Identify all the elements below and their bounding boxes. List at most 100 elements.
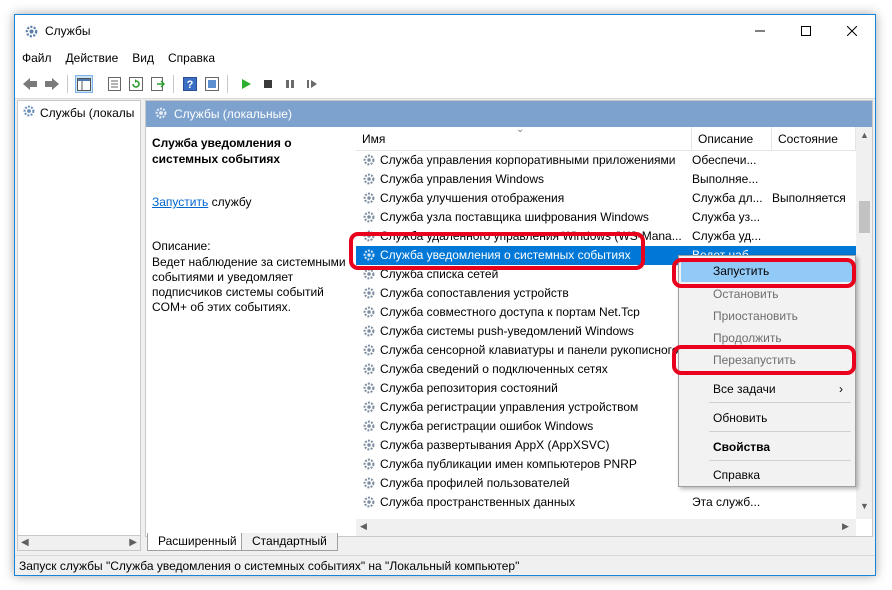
table-row[interactable]: Служба управления корпоративными приложе… — [356, 151, 856, 170]
gear-icon — [362, 419, 376, 436]
close-button[interactable] — [829, 15, 875, 47]
refresh-icon[interactable] — [127, 75, 145, 93]
svg-text:?: ? — [187, 79, 194, 91]
gear-icon — [362, 172, 376, 189]
description-panel: Служба уведомления о системных событиях … — [152, 135, 348, 314]
service-name: Служба совместного доступа к портам Net.… — [380, 305, 640, 319]
gear-icon — [154, 106, 168, 123]
tree-horizontal-scrollbar[interactable]: ◀ ▶ — [17, 535, 141, 551]
pause-icon[interactable] — [281, 75, 299, 93]
menu-help[interactable]: Справка — [161, 47, 222, 69]
column-status[interactable]: Состояние — [772, 127, 856, 151]
properties-icon[interactable] — [105, 75, 123, 93]
tree-item-services-local[interactable]: Службы (локалы — [22, 104, 134, 121]
service-name: Служба сенсорной клавиатуры и панели рук… — [380, 343, 698, 357]
description-text: Ведет наблюдение за системными событиями… — [152, 255, 346, 314]
service-name: Служба развертывания AppX (AppXSVC) — [380, 438, 610, 452]
service-description: Выполняе... — [692, 172, 759, 186]
column-name[interactable]: Имя — [356, 127, 692, 151]
menu-item-help[interactable]: Справка — [681, 464, 853, 486]
service-name: Служба сопоставления устройств — [380, 286, 569, 300]
restart-icon[interactable] — [303, 75, 321, 93]
scroll-down-icon[interactable]: ▼ — [860, 501, 869, 511]
view-icon[interactable] — [203, 75, 221, 93]
status-text: Запуск службы "Служба уведомления о сист… — [19, 559, 520, 573]
scroll-right-icon[interactable]: ▶ — [842, 521, 849, 532]
play-icon[interactable] — [237, 75, 255, 93]
service-name: Служба публикации имен компьютеров PNRP — [380, 457, 637, 471]
vertical-scrollbar[interactable]: ▲ ▼ — [856, 127, 872, 519]
gear-icon — [362, 305, 376, 322]
column-description[interactable]: Описание — [692, 127, 772, 151]
table-row[interactable]: Служба управления Windows Выполняе... — [356, 170, 856, 189]
menu-file[interactable]: Файл — [15, 47, 59, 69]
gear-icon — [362, 324, 376, 341]
service-name: Служба узла поставщика шифрования Window… — [380, 210, 649, 224]
gear-icon — [23, 23, 39, 39]
services-window: Службы Файл Действие Вид Справка ? Служб… — [14, 14, 876, 576]
service-description: Эта служб... — [692, 495, 761, 509]
gear-icon — [362, 476, 376, 493]
start-service-link[interactable]: Запустить — [152, 195, 208, 209]
menu-item-pause[interactable]: Приостановить — [681, 305, 853, 327]
service-name: Служба пространственных данных — [380, 495, 576, 509]
column-headers: ⌄ Имя Описание Состояние — [356, 124, 856, 151]
scroll-left-icon[interactable]: ◀ — [21, 537, 29, 548]
service-action-rest: службу — [208, 195, 252, 209]
help-icon[interactable]: ? — [181, 75, 199, 93]
gear-icon — [362, 210, 376, 227]
chevron-right-icon: › — [839, 382, 843, 396]
service-name: Служба системы push-уведомлений Windows — [380, 324, 634, 338]
scroll-left-icon[interactable]: ◀ — [360, 521, 367, 532]
service-name: Служба сведений о подключенных сетях — [380, 362, 608, 376]
forward-icon[interactable] — [43, 75, 61, 93]
gear-icon — [362, 191, 376, 208]
scroll-right-icon[interactable]: ▶ — [129, 537, 137, 548]
menu-item-refresh[interactable]: Обновить — [681, 407, 853, 429]
window-title: Службы — [45, 24, 91, 38]
gear-icon — [362, 153, 376, 170]
scroll-thumb[interactable] — [859, 201, 870, 233]
table-row[interactable]: Служба узла поставщика шифрования Window… — [356, 208, 856, 227]
table-row[interactable]: Служба улучшения отображения Служба дл..… — [356, 189, 856, 208]
service-name: Служба улучшения отображения — [380, 191, 565, 205]
service-name: Служба регистрации управления устройство… — [380, 400, 639, 414]
all-tasks-label: Все задачи — [713, 382, 776, 396]
gear-icon — [362, 457, 376, 474]
gear-icon — [362, 400, 376, 417]
gear-icon — [362, 438, 376, 455]
gear-icon — [362, 495, 376, 512]
back-icon[interactable] — [21, 75, 39, 93]
title-bar: Службы — [15, 15, 875, 47]
minimize-button[interactable] — [737, 15, 783, 47]
export-icon[interactable] — [149, 75, 167, 93]
stop-icon[interactable] — [259, 75, 277, 93]
status-bar: Запуск службы "Служба уведомления о сист… — [15, 555, 875, 575]
menu-view[interactable]: Вид — [125, 47, 161, 69]
scroll-up-icon[interactable]: ▲ — [860, 130, 869, 140]
service-name: Служба управления Windows — [380, 172, 545, 186]
service-name: Служба регистрации ошибок Windows — [380, 419, 594, 433]
selected-service-title: Служба уведомления о системных событиях — [152, 136, 292, 166]
service-status: Выполняется — [772, 191, 846, 205]
highlight-start-item — [672, 258, 856, 288]
gear-icon — [362, 343, 376, 360]
service-name: Служба управления корпоративными приложе… — [380, 153, 676, 167]
table-row[interactable]: Служба пространственных данных Эта служб… — [356, 493, 856, 512]
service-name: Служба репозитория состояний — [380, 381, 558, 395]
view-tabs: Расширенный Стандартный — [145, 533, 445, 551]
menu-item-all-tasks[interactable]: Все задачи › — [681, 378, 853, 400]
gear-icon — [362, 362, 376, 379]
tab-standard[interactable]: Стандартный — [241, 533, 338, 551]
service-action: Запустить службу — [152, 195, 251, 209]
menu-bar: Файл Действие Вид Справка — [15, 47, 875, 69]
highlight-restart-item — [672, 345, 856, 375]
maximize-button[interactable] — [783, 15, 829, 47]
console-tree-icon[interactable] — [75, 75, 93, 93]
menu-action[interactable]: Действие — [59, 47, 126, 69]
tab-extended[interactable]: Расширенный — [147, 533, 248, 551]
gear-icon — [362, 286, 376, 303]
service-description: Служба дл... — [692, 191, 763, 205]
pane-title: Службы (локальные) — [174, 107, 292, 121]
menu-item-properties[interactable]: Свойства — [681, 436, 853, 458]
